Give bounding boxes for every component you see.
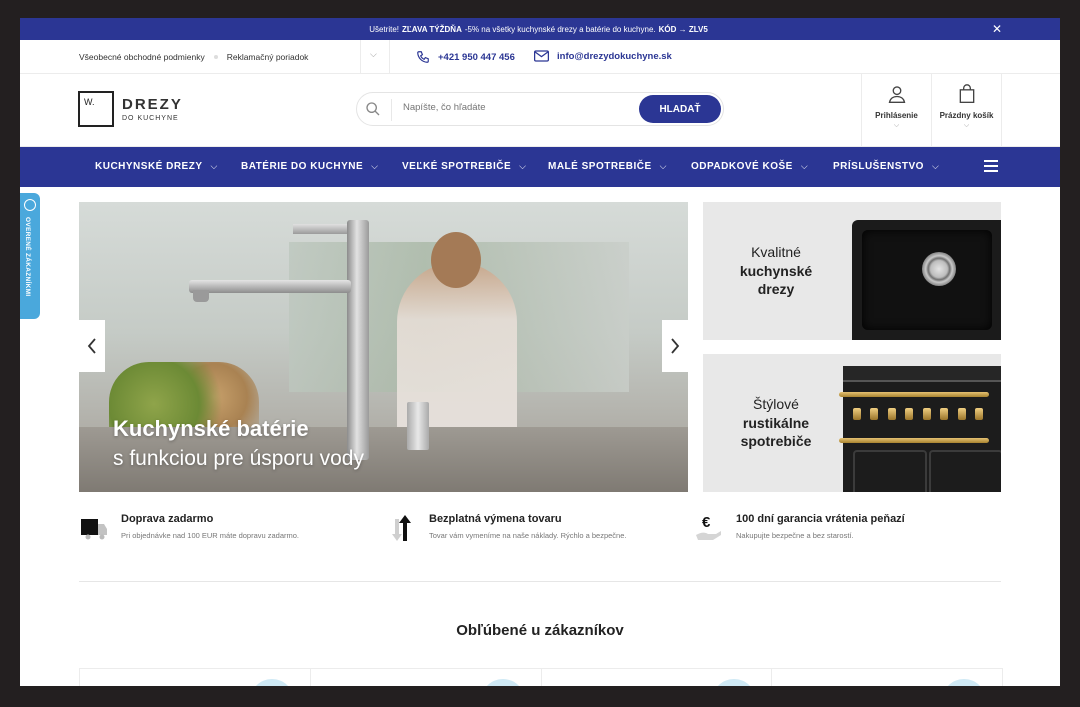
- benefit-desc: Nakupujte bezpečne a bez starostí.: [736, 531, 854, 540]
- chevron-down-icon: ⌵: [800, 161, 809, 171]
- benefit-title: Bezplatná výmena tovaru: [429, 513, 562, 525]
- benefit-desc: Pri objednávke nad 100 EUR máte dopravu …: [121, 531, 300, 540]
- logo-title: DREZY: [122, 95, 183, 113]
- nav-item-small-appliances[interactable]: MALÉ SPOTREBIČE ⌵: [548, 161, 667, 172]
- banner-line: Štýlové: [753, 395, 799, 412]
- chevron-down-icon: ⌵: [210, 161, 218, 171]
- search-divider: [391, 99, 392, 121]
- banner-line: drezy: [757, 281, 795, 298]
- phone-icon: [417, 51, 429, 63]
- nav-item-sinks[interactable]: KUCHYNSKÉ DREZY ⌵: [95, 161, 218, 172]
- chevron-down-icon: ⌵: [519, 161, 527, 171]
- slider-next-button[interactable]: [662, 320, 688, 372]
- chevron-down-icon: ⌵: [371, 161, 379, 171]
- nav-item-large-appliances[interactable]: VEĽKÉ SPOTREBIČE ⌵: [402, 161, 526, 172]
- banner-sinks[interactable]: Kvalitné kuchynské drezy: [703, 202, 1001, 340]
- verified-customers-tab[interactable]: OVERENÉ ZÁKAZNÍKMI: [20, 193, 40, 319]
- promo-text: -5% na všetky kuchynské drezy a batérie …: [464, 24, 656, 34]
- hamburger-menu-icon[interactable]: [984, 160, 998, 172]
- exchange-arrows-icon: [392, 515, 411, 541]
- phone-contact[interactable]: +421 950 447 456: [416, 50, 515, 64]
- banner-line: Kvalitné: [751, 243, 801, 260]
- search-input[interactable]: [401, 101, 595, 114]
- verified-customers-label: OVERENÉ ZÁKAZNÍKMI: [24, 217, 31, 297]
- popular-section-title: Obľúbené u zákazníkov: [456, 622, 624, 639]
- product-badge: [250, 679, 294, 686]
- search-icon[interactable]: [365, 101, 381, 117]
- benefit-title: Doprava zadarmo: [121, 513, 214, 525]
- sink-image: [852, 220, 1001, 340]
- chevron-down-icon: ⌵: [963, 122, 970, 129]
- phone-number: +421 950 447 456: [438, 51, 515, 63]
- benefit-money-back: € 100 dní garancia vrátenia peňazí Nakup…: [694, 513, 905, 543]
- main-nav: KUCHYNSKÉ DREZY ⌵ BATÉRIE DO KUCHYNE ⌵ VEĽ…: [20, 147, 1060, 187]
- logo[interactable]: W. DREZY DO KUCHYNE: [78, 91, 183, 127]
- faucet-image: [347, 220, 369, 460]
- chevron-down-icon: ⌵: [659, 161, 667, 171]
- promo-highlight: ZĽAVA TÝŽDŇA: [402, 24, 462, 34]
- benefit-free-shipping: Doprava zadarmo Pri objednávke nad 100 E…: [79, 513, 299, 543]
- banner-line: kuchynské: [739, 262, 813, 279]
- login-label: Prihlásenie: [875, 111, 918, 120]
- terms-link[interactable]: Všeobecné obchodné podmienky: [79, 52, 205, 62]
- hero-slider[interactable]: Kuchynské batérie s funkciou pre úsporu …: [79, 202, 688, 492]
- chevron-down-icon: ⌵: [893, 122, 900, 129]
- nav-item-waste-bins[interactable]: ODPADKOVÉ KOŠE ⌵: [691, 161, 808, 172]
- euro-hand-icon: €: [696, 514, 721, 540]
- product-badge: [711, 679, 756, 686]
- close-icon[interactable]: ✕: [992, 22, 1002, 36]
- cart-label: Prázdny košík: [939, 111, 994, 120]
- product-card[interactable]: [80, 669, 311, 686]
- range-cooker-image: [839, 366, 1001, 492]
- header: W. DREZY DO KUCHYNE HLADAŤ Prihlásenie ⌵…: [20, 74, 1060, 147]
- benefit-title: 100 dní garancia vrátenia peňazí: [736, 513, 905, 525]
- separator-dot: [213, 55, 218, 59]
- product-card[interactable]: [311, 669, 542, 686]
- product-badge: [480, 679, 525, 686]
- user-icon: [888, 86, 905, 103]
- hero-subtitle: s funkciou pre úsporu vody: [113, 447, 364, 470]
- email-address: info@drezydokuchyne.sk: [557, 50, 672, 62]
- login-button[interactable]: Prihlásenie ⌵: [861, 74, 931, 146]
- cart-button[interactable]: Prázdny košík ⌵: [931, 74, 1002, 146]
- nav-item-faucets[interactable]: BATÉRIE DO KUCHYNE ⌵: [241, 161, 378, 172]
- chevron-down-icon: ⌵: [370, 49, 377, 59]
- promo-prefix: Ušetrite!: [369, 24, 399, 34]
- chevron-down-icon: ⌵: [931, 161, 940, 171]
- chevron-right-icon: [671, 338, 680, 354]
- hero-title: Kuchynské batérie: [113, 416, 309, 441]
- logo-mark: W.: [78, 91, 114, 127]
- email-contact[interactable]: info@drezydokuchyne.sk: [534, 50, 672, 62]
- mail-icon: [534, 50, 549, 62]
- top-bar: Všeobecné obchodné podmienky Reklamačný …: [20, 40, 1060, 74]
- language-dropdown[interactable]: ⌵: [360, 40, 390, 73]
- nav-item-accessories[interactable]: PRÍSLUŠENSTVO ⌵: [833, 161, 939, 172]
- promo-code: KÓD → ZLV5: [658, 24, 708, 34]
- logo-subtitle: DO KUCHYNE: [122, 114, 179, 122]
- benefit-free-exchange: Bezplatná výmena tovaru Tovar vám vymení…: [387, 513, 626, 543]
- promo-bar: Ušetrite! ZĽAVA TÝŽDŇA -5% na všetky kuc…: [20, 18, 1060, 40]
- page: Ušetrite! ZĽAVA TÝŽDŇA -5% na všetky kuc…: [20, 18, 1060, 686]
- banner-line: spotrebiče: [740, 433, 812, 450]
- search-button[interactable]: HLADAŤ: [639, 95, 721, 123]
- product-badge: [942, 679, 987, 686]
- product-card[interactable]: [542, 669, 773, 686]
- product-card[interactable]: [772, 669, 1002, 686]
- banner-appliances[interactable]: Štýlové rustikálne spotrebiče: [703, 354, 1001, 492]
- shopping-bag-icon: [959, 84, 974, 103]
- search-bar: HLADAŤ: [356, 92, 724, 126]
- shield-icon: [24, 199, 36, 211]
- chevron-left-icon: [87, 338, 96, 354]
- benefits-row: Doprava zadarmo Pri objednávke nad 100 E…: [79, 513, 1001, 563]
- product-cards: [79, 668, 1003, 686]
- slider-prev-button[interactable]: [79, 320, 105, 372]
- complaints-link[interactable]: Reklamačný poriadok: [227, 52, 309, 62]
- top-links: Všeobecné obchodné podmienky Reklamačný …: [79, 52, 308, 62]
- svg-text:€: €: [702, 514, 711, 531]
- benefit-desc: Tovar vám vymeníme na naše náklady. Rých…: [429, 531, 627, 540]
- truck-icon: [81, 519, 107, 540]
- divider: [79, 581, 1001, 582]
- banner-line: rustikálne: [742, 414, 810, 431]
